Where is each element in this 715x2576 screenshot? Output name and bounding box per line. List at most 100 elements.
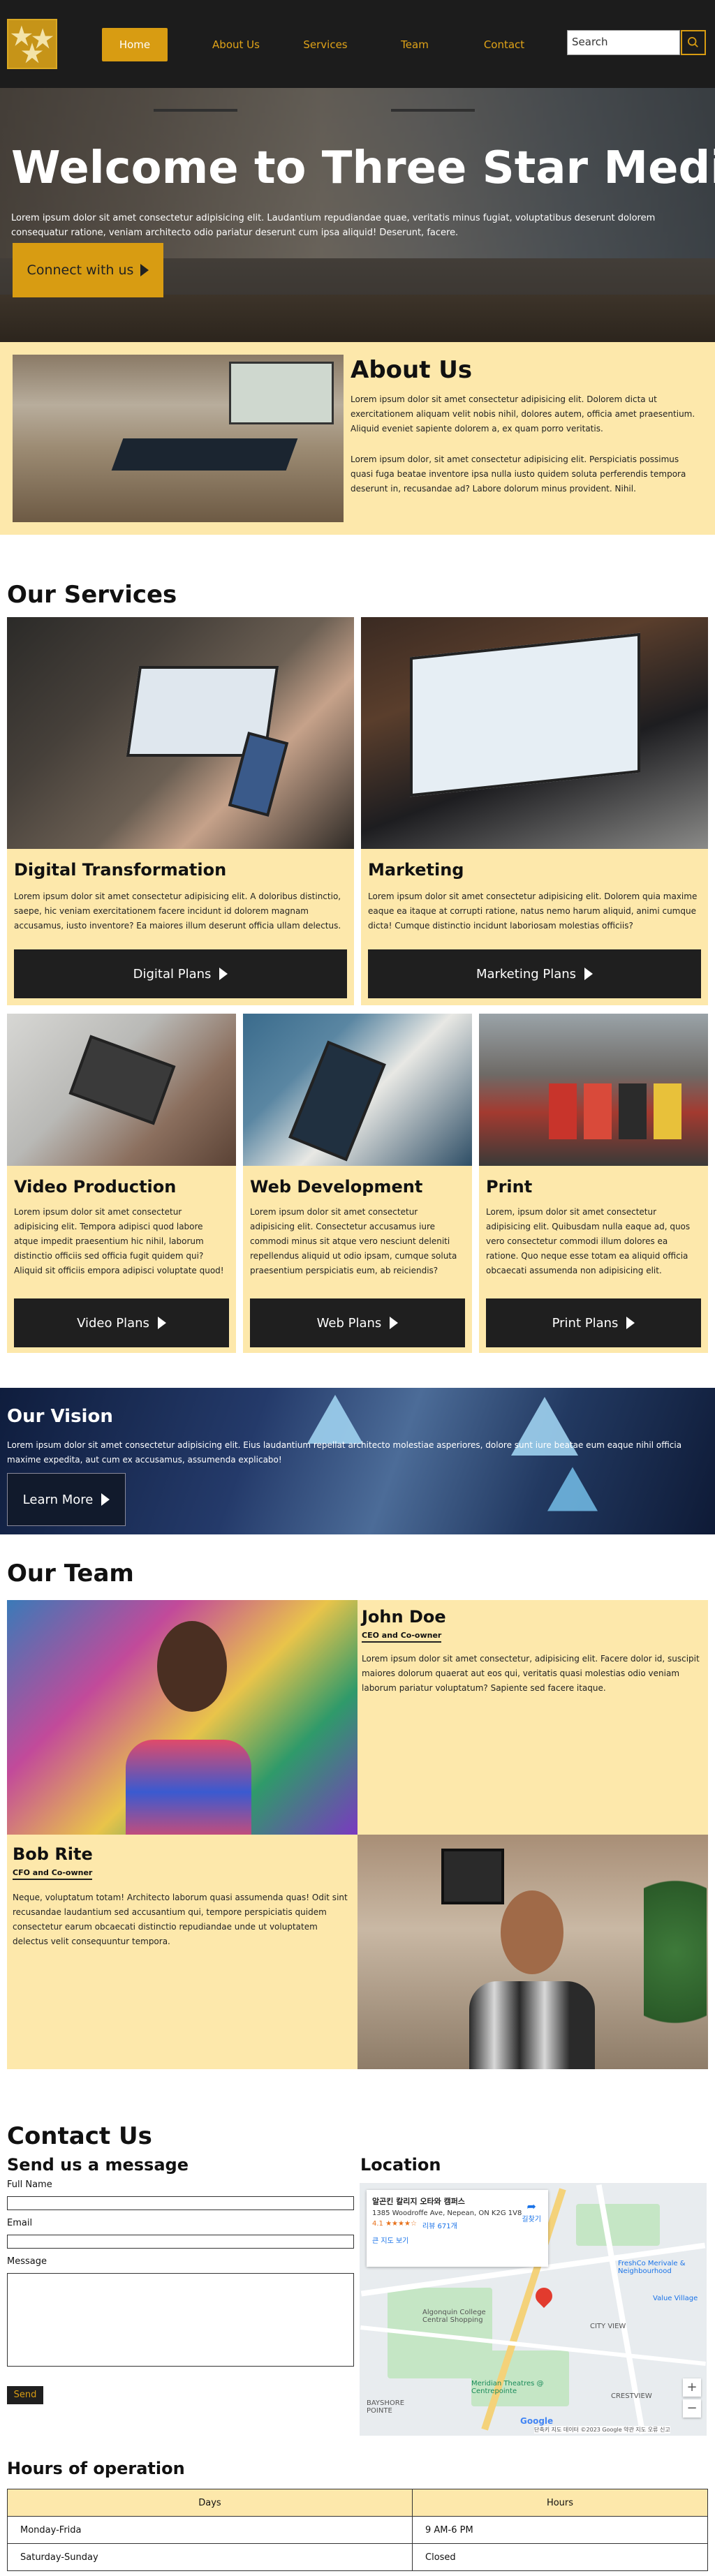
about-office-image — [13, 355, 344, 522]
map-info-card: 알곤킨 칼리지 오타와 캠퍼스 1385 Woodroffe Ave, Nepe… — [367, 2190, 548, 2267]
nav-home[interactable]: Home — [102, 28, 168, 61]
service-card-marketing: Marketing Lorem ipsum dolor sit amet con… — [361, 617, 708, 1005]
larger-map-link[interactable]: 큰 지도 보기 — [372, 2235, 543, 2245]
service-button-label: Digital Plans — [133, 966, 212, 982]
vision-text: Lorem ipsum dolor sit amet consectetur a… — [7, 1440, 682, 1465]
table-header-row: Days Hours — [7, 2489, 708, 2517]
map-label: CITY VIEW — [590, 2323, 626, 2330]
video-plans-button[interactable]: Video Plans — [14, 1298, 229, 1347]
service-title: Web Development — [250, 1177, 423, 1197]
service-text: Lorem ipsum dolor sit amet consectetur a… — [250, 1207, 457, 1275]
service-text: Lorem ipsum dolor sit amet consectetur a… — [368, 891, 698, 931]
newsbox — [584, 1083, 612, 1139]
service-title: Digital Transformation — [14, 860, 227, 880]
service-image-marketing — [361, 617, 708, 849]
nav-about-us[interactable]: About Us — [191, 28, 281, 61]
service-card-video: Video Production Lorem ipsum dolor sit a… — [7, 1014, 236, 1353]
nav-links: Home About Us Services Team Contact — [102, 28, 549, 61]
location-map[interactable]: 알곤킨 칼리지 오타와 캠퍼스 1385 Woodroffe Ave, Nepe… — [360, 2183, 707, 2436]
table-cell: Closed — [412, 2543, 708, 2571]
team-member-name: John Doe — [362, 1607, 446, 1627]
paper-boat-image — [307, 1395, 363, 1444]
laptop-screen — [410, 632, 640, 797]
nav-services[interactable]: Services — [281, 28, 370, 61]
service-button-label: Web Plans — [316, 1315, 382, 1331]
learn-more-label: Learn More — [22, 1492, 94, 1507]
phone-screen — [68, 1035, 176, 1125]
map-label: Meridian Theatres @ Centrepointe — [471, 2380, 544, 2395]
directions-label: 길찾기 — [522, 2216, 541, 2223]
zoom-in-button[interactable]: + — [683, 2378, 701, 2397]
marketing-plans-button[interactable]: Marketing Plans — [368, 949, 701, 998]
service-title: Print — [486, 1177, 533, 1197]
team-member-role: CEO and Co-owner — [362, 1631, 442, 1643]
three-stars-logo[interactable] — [7, 19, 57, 69]
service-button-label: Video Plans — [77, 1315, 149, 1331]
play-icon — [584, 968, 594, 980]
service-button-label: Print Plans — [552, 1315, 619, 1331]
directions-link[interactable]: ➦ 길찾기 — [522, 2200, 541, 2223]
search-input[interactable]: Search — [567, 30, 680, 55]
services-title: Our Services — [7, 581, 177, 609]
phone-screen — [288, 1040, 386, 1162]
full-name-label: Full Name — [7, 2179, 52, 2190]
vision-section: Our Vision Lorem ipsum dolor sit amet co… — [0, 1388, 715, 1534]
newsbox — [619, 1083, 647, 1139]
search-button[interactable] — [681, 30, 706, 55]
full-name-field[interactable] — [7, 2196, 354, 2210]
map-rating-row: 4.1 ★★★★☆ 리뷰 671개 — [372, 2220, 543, 2230]
email-label: Email — [7, 2218, 33, 2228]
paper-boat-image — [547, 1467, 598, 1511]
bob-rite-card: Bob Rite CFO and Co-owner Neque, volupta… — [7, 1835, 358, 2069]
newsbox — [549, 1083, 577, 1139]
learn-more-button[interactable]: Learn More — [7, 1473, 126, 1526]
about-window — [229, 362, 334, 424]
map-address: 1385 Woodroffe Ave, Nepean, ON K2G 1V8 — [372, 2209, 522, 2217]
person-head — [501, 1890, 563, 1974]
web-plans-button[interactable]: Web Plans — [250, 1298, 465, 1347]
message-textarea[interactable] — [7, 2273, 354, 2367]
table-row: Saturday-Sunday Closed — [7, 2543, 708, 2571]
hero-section: Welcome to Three Star Media Lorem ipsum … — [0, 88, 715, 342]
newsbox — [654, 1083, 681, 1139]
directions-icon: ➦ — [526, 2200, 536, 2213]
service-text: Lorem ipsum dolor sit amet consectetur a… — [14, 1207, 224, 1275]
about-paragraph-2: Lorem ipsum dolor, sit amet consectetur … — [351, 454, 686, 494]
contact-title: Contact Us — [7, 2122, 152, 2150]
map-pin-icon[interactable] — [532, 2284, 556, 2308]
send-message-title: Send us a message — [7, 2155, 189, 2175]
play-icon — [157, 1317, 166, 1329]
nav-contact[interactable]: Contact — [459, 28, 549, 61]
about-title: About Us — [351, 356, 473, 384]
table-header: Days — [7, 2489, 413, 2517]
service-text: Lorem ipsum dolor sit amet consectetur a… — [14, 891, 341, 931]
map-park — [471, 2351, 569, 2406]
map-reviews-link[interactable]: 리뷰 671개 — [422, 2220, 457, 2230]
hero-text: Lorem ipsum dolor sit amet consectetur a… — [11, 213, 656, 238]
vision-title: Our Vision — [7, 1406, 113, 1427]
print-plans-button[interactable]: Print Plans — [486, 1298, 701, 1347]
nav-team[interactable]: Team — [370, 28, 459, 61]
person-head — [157, 1621, 227, 1712]
location-title: Location — [360, 2155, 441, 2175]
table-row: Monday-Frida 9 AM-6 PM — [7, 2516, 708, 2544]
person-body — [469, 1981, 595, 2069]
play-icon — [626, 1317, 635, 1329]
service-image-digital — [7, 617, 354, 849]
team-member-bio: Neque, voluptatum totam! Architecto labo… — [13, 1893, 348, 1946]
service-card-web: Web Development Lorem ipsum dolor sit am… — [243, 1014, 472, 1353]
about-section: About Us Lorem ipsum dolor sit amet cons… — [0, 342, 715, 535]
service-card-print: Print Lorem, ipsum dolor sit amet consec… — [479, 1014, 708, 1353]
table-header: Hours — [412, 2489, 708, 2517]
send-button[interactable]: Send — [7, 2386, 43, 2404]
about-paragraph-1: Lorem ipsum dolor sit amet consectetur a… — [351, 394, 695, 434]
connect-button[interactable]: Connect with us — [13, 243, 163, 297]
map-label: Value Village — [653, 2295, 698, 2302]
digital-plans-button[interactable]: Digital Plans — [14, 949, 347, 998]
play-icon — [390, 1317, 399, 1329]
email-field[interactable] — [7, 2235, 354, 2249]
service-button-label: Marketing Plans — [476, 966, 577, 982]
service-title: Video Production — [14, 1177, 177, 1197]
map-park — [576, 2204, 660, 2246]
zoom-out-button[interactable]: − — [683, 2399, 701, 2418]
